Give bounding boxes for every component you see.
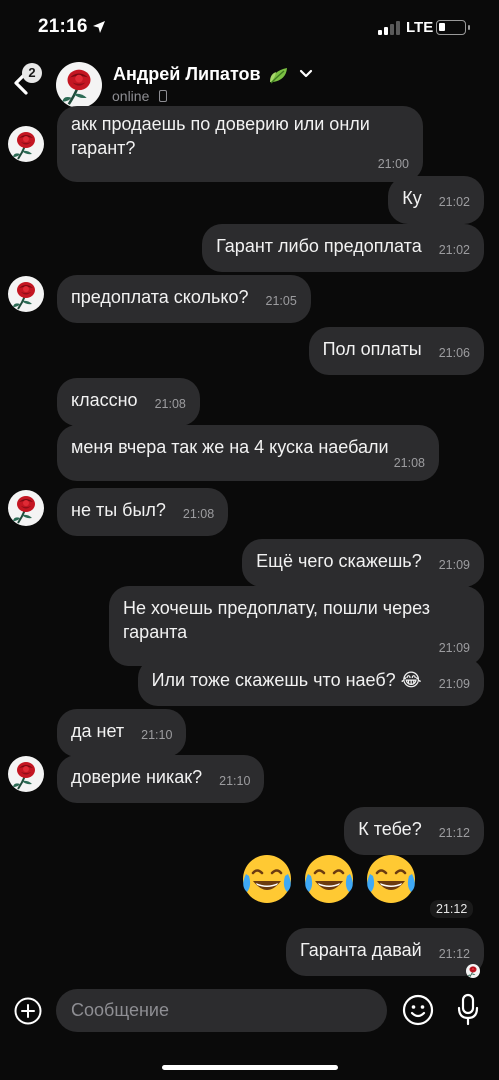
message-text: классно xyxy=(71,390,138,410)
message-time: 21:00 xyxy=(377,157,409,171)
message-bubble[interactable]: Пол оплаты 21:06 xyxy=(308,327,484,375)
message-text: акк продаешь по доверию или онли гарант? xyxy=(71,114,370,158)
sender-avatar[interactable] xyxy=(8,490,44,526)
contact-status: online xyxy=(112,88,150,104)
cellular-signal-icon xyxy=(378,21,402,35)
sender-avatar[interactable] xyxy=(8,126,44,162)
message-text: Или тоже скажешь что наеб? 😂 xyxy=(151,670,422,690)
message-time: 21:09 xyxy=(438,641,470,655)
message-text: да нет xyxy=(71,721,125,741)
status-bar: 21:16 LTE xyxy=(0,0,499,56)
smile-icon[interactable] xyxy=(402,994,434,1026)
compose-bar xyxy=(0,978,499,1048)
message-bubble[interactable]: классно 21:08 xyxy=(57,378,200,426)
message-text: Не хочешь предоплату, пошли через гарант… xyxy=(123,598,431,642)
message-time: 21:06 xyxy=(438,346,470,360)
sender-avatar[interactable] xyxy=(8,756,44,792)
message-time: 21:08 xyxy=(393,456,425,470)
microphone-icon[interactable] xyxy=(455,993,481,1027)
message-time: 21:12 xyxy=(430,900,474,918)
message-time: 21:08 xyxy=(182,507,215,521)
message-bubble[interactable]: не ты был? 21:08 xyxy=(57,488,229,536)
crying-laughing-emoji-message[interactable] xyxy=(240,852,420,910)
message-text: Пол оплаты xyxy=(322,339,422,359)
chat-header: 2 Андрей Липатов online xyxy=(0,56,499,112)
chevron-down-icon[interactable] xyxy=(299,69,313,79)
message-text: доверие никак? xyxy=(71,767,203,787)
message-bubble[interactable]: предоплата сколько? 21:05 xyxy=(57,275,311,323)
message-bubble[interactable]: Не хочешь предоплату, пошли через гарант… xyxy=(109,586,484,666)
message-time: 21:12 xyxy=(438,826,470,840)
message-time: 21:09 xyxy=(438,677,470,691)
network-type: LTE xyxy=(406,19,434,36)
message-bubble[interactable]: Гарант либо предоплата 21:02 xyxy=(202,224,484,272)
message-time: 21:08 xyxy=(154,397,186,411)
unread-count-badge[interactable]: 2 xyxy=(22,63,42,83)
contact-avatar[interactable] xyxy=(56,62,102,108)
message-bubble[interactable]: Ку 21:02 xyxy=(388,176,484,224)
message-bubble[interactable]: акк продаешь по доверию или онли гарант?… xyxy=(57,106,423,182)
message-text: Ку xyxy=(402,188,422,208)
message-text: К тебе? xyxy=(358,819,422,839)
message-time: 21:09 xyxy=(438,558,470,572)
message-bubble[interactable]: меня вчера так же на 4 куска наебали 21:… xyxy=(57,425,439,481)
location-arrow-icon xyxy=(93,21,105,33)
message-list[interactable]: акк продаешь по доверию или онли гарант?… xyxy=(0,106,499,978)
read-receipt-avatar xyxy=(464,964,482,978)
message-time: 21:10 xyxy=(219,774,251,788)
message-text: меня вчера так же на 4 куска наебали xyxy=(71,437,389,457)
message-input[interactable] xyxy=(56,989,387,1032)
message-time: 21:02 xyxy=(438,195,470,209)
leaf-icon xyxy=(270,68,287,84)
message-text: предоплата сколько? xyxy=(71,287,249,307)
contact-name[interactable]: Андрей Липатов xyxy=(113,64,261,85)
message-time: 21:02 xyxy=(438,243,470,257)
message-text: Гарант либо предоплата xyxy=(216,236,422,256)
message-bubble[interactable]: К тебе? 21:12 xyxy=(344,807,484,855)
message-text: Гаранта давай xyxy=(300,940,422,960)
mobile-device-icon xyxy=(159,90,167,102)
message-bubble[interactable]: Гаранта давай 21:12 xyxy=(286,928,484,976)
sender-avatar[interactable] xyxy=(8,276,44,312)
message-bubble[interactable]: Ещё чего скажешь? 21:09 xyxy=(242,539,484,587)
message-bubble[interactable]: доверие никак? 21:10 xyxy=(57,755,265,803)
message-text: Ещё чего скажешь? xyxy=(256,551,422,571)
message-time: 21:10 xyxy=(141,728,173,742)
home-indicator[interactable] xyxy=(162,1065,338,1070)
message-bubble[interactable]: да нет 21:10 xyxy=(57,709,187,757)
plus-circle-icon[interactable] xyxy=(14,997,42,1025)
status-time: 21:16 xyxy=(38,16,88,37)
battery-icon xyxy=(436,20,470,35)
message-time: 21:05 xyxy=(265,294,297,308)
message-time: 21:12 xyxy=(438,947,470,961)
message-bubble[interactable]: Или тоже скажешь что наеб? 😂 21:09 xyxy=(137,658,484,706)
message-text: не ты был? xyxy=(71,500,166,520)
